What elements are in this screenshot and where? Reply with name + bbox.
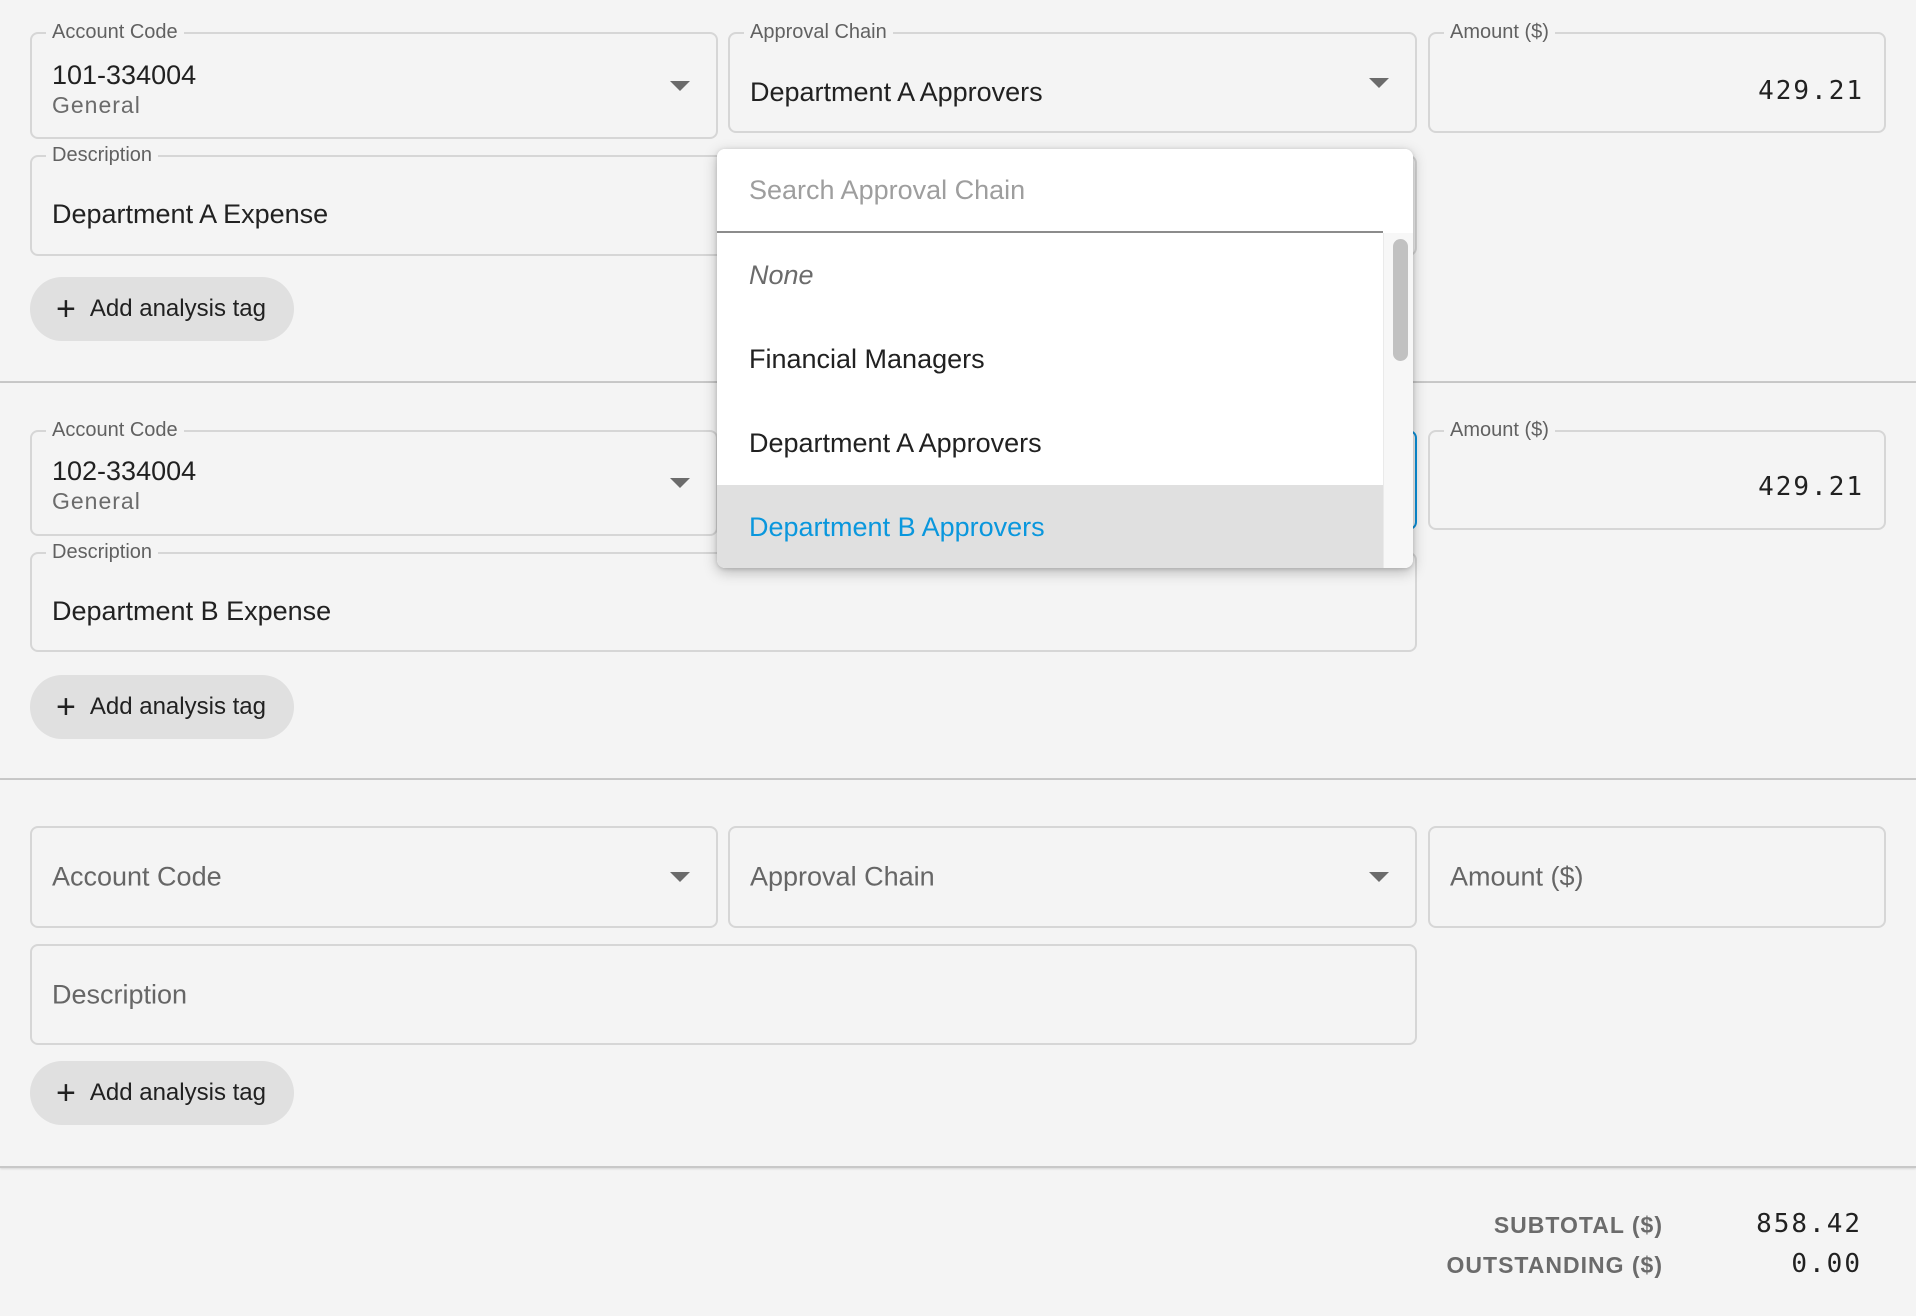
description-value: Department A Expense [52, 199, 329, 229]
approval-chain-search-input[interactable] [717, 149, 1383, 233]
outstanding-label: OUTSTANDING ($) [1446, 1252, 1663, 1278]
approval-chain-dropdown: None Financial Managers Department A App… [717, 149, 1413, 568]
add-analysis-tag-label: Add analysis tag [89, 295, 266, 322]
amount-input[interactable]: Amount ($) 429.21 [1428, 21, 1886, 133]
approval-chain-options: None Financial Managers Department A App… [717, 233, 1383, 568]
account-code-label: Account Code [46, 21, 184, 43]
outstanding-row: OUTSTANDING ($) 0.00 [1216, 1249, 1916, 1292]
plus-icon: + [56, 688, 76, 726]
plus-icon: + [56, 1074, 76, 1112]
description-label: Description [46, 144, 159, 166]
account-code-label: Account Code [46, 419, 184, 441]
amount-value: 429.21 [1758, 472, 1864, 502]
approval-chain-select[interactable]: Approval Chain [728, 826, 1417, 928]
amount-input[interactable]: Amount ($) [1428, 826, 1886, 928]
chevron-down-icon[interactable] [1369, 77, 1389, 88]
chevron-down-icon[interactable] [670, 478, 690, 488]
chevron-down-icon[interactable] [670, 80, 690, 91]
approval-chain-label: Approval Chain [744, 21, 893, 43]
subtotal-row: SUBTOTAL ($) 858.42 [1216, 1209, 1916, 1252]
account-code-subtitle: General [52, 92, 141, 118]
amount-input[interactable]: Amount ($) 429.21 [1428, 419, 1886, 530]
approval-chain-placeholder: Approval Chain [750, 861, 935, 892]
description-input[interactable]: Description [30, 944, 1417, 1045]
amount-placeholder: Amount ($) [1450, 861, 1584, 892]
expense-line-3: Account Code Approval Chain Amount ($) D… [0, 780, 1916, 1168]
option-financial-managers[interactable]: Financial Managers [717, 317, 1383, 401]
amount-label: Amount ($) [1444, 419, 1555, 441]
account-code-subtitle: General [52, 488, 141, 514]
dropdown-scrollbar[interactable] [1383, 233, 1413, 568]
scrollbar-thumb[interactable] [1393, 239, 1408, 361]
description-placeholder: Description [52, 979, 188, 1009]
account-code-value: 101-334004 [52, 60, 197, 90]
option-none[interactable]: None [717, 233, 1383, 317]
description-label: Description [46, 541, 159, 563]
account-code-placeholder: Account Code [52, 861, 222, 892]
account-code-select[interactable]: Account Code 101-334004 General [30, 21, 718, 139]
subtotal-value: 858.42 [1756, 1209, 1862, 1239]
chevron-down-icon[interactable] [1369, 872, 1389, 882]
plus-icon: + [56, 290, 76, 328]
account-code-value: 102-334004 [52, 456, 197, 486]
add-analysis-tag-button[interactable]: + Add analysis tag [30, 1061, 294, 1125]
option-department-b-approvers[interactable]: Department B Approvers [717, 485, 1383, 568]
add-analysis-tag-button[interactable]: + Add analysis tag [30, 675, 294, 739]
subtotal-label: SUBTOTAL ($) [1493, 1212, 1663, 1238]
add-analysis-tag-label: Add analysis tag [89, 693, 266, 720]
chevron-down-icon[interactable] [670, 872, 690, 882]
approval-chain-value: Department A Approvers [750, 77, 1043, 107]
add-analysis-tag-button[interactable]: + Add analysis tag [30, 277, 294, 341]
account-code-select[interactable]: Account Code 102-334004 General [30, 419, 718, 536]
approval-chain-select[interactable]: Approval Chain Department A Approvers [728, 21, 1417, 133]
option-department-a-approvers[interactable]: Department A Approvers [717, 401, 1383, 485]
outstanding-value: 0.00 [1791, 1249, 1862, 1279]
amount-label: Amount ($) [1444, 21, 1555, 43]
description-value: Department B Expense [52, 596, 332, 626]
account-code-select[interactable]: Account Code [30, 826, 718, 928]
add-analysis-tag-label: Add analysis tag [89, 1079, 266, 1106]
amount-value: 429.21 [1758, 76, 1864, 106]
